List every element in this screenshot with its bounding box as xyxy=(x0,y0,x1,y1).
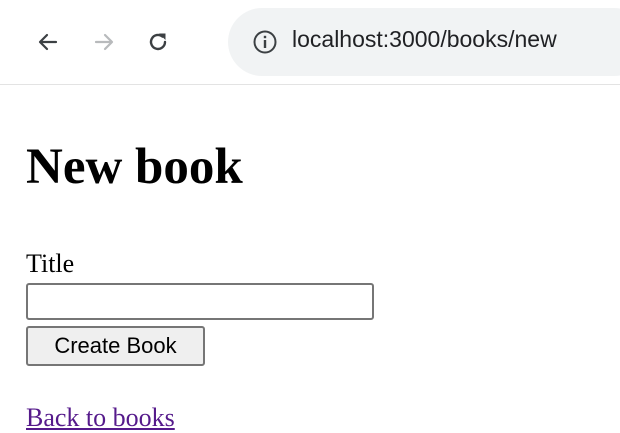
page-title: New book xyxy=(26,139,243,195)
url-text[interactable]: localhost:3000/books/new xyxy=(292,26,557,53)
reload-button[interactable] xyxy=(140,24,176,60)
toolbar-divider xyxy=(0,84,620,85)
back-button[interactable] xyxy=(30,24,66,60)
title-input[interactable] xyxy=(26,283,374,320)
create-book-button[interactable]: Create Book xyxy=(26,326,205,366)
arrow-right-icon xyxy=(94,33,114,51)
browser-toolbar: localhost:3000/books/new xyxy=(0,0,620,84)
back-to-books-link[interactable]: Back to books xyxy=(26,403,175,433)
info-circle-icon[interactable] xyxy=(252,29,278,55)
arrow-left-icon xyxy=(38,33,58,51)
reload-icon xyxy=(149,33,167,51)
forward-button[interactable] xyxy=(86,24,122,60)
title-label: Title xyxy=(26,249,75,278)
